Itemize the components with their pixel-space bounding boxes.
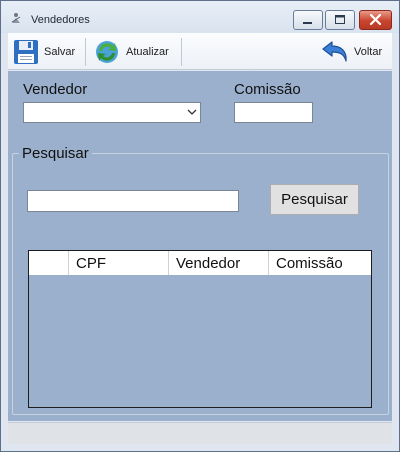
comissao-label: Comissão	[234, 81, 301, 98]
minimize-icon	[303, 22, 312, 24]
grid-header: CPF Vendedor Comissão	[29, 251, 371, 275]
column-header-vendedor[interactable]: Vendedor	[169, 251, 269, 275]
search-input[interactable]	[27, 190, 239, 212]
save-button[interactable]: Salvar	[11, 33, 81, 70]
results-grid[interactable]: CPF Vendedor Comissão	[28, 250, 372, 408]
toolbar-separator	[181, 38, 182, 66]
title-bar[interactable]: Vendedores	[1, 1, 399, 33]
refresh-button[interactable]: Atualizar	[92, 33, 182, 70]
back-button[interactable]: Voltar	[320, 33, 390, 70]
save-icon	[14, 39, 38, 64]
vendedor-label: Vendedor	[23, 81, 88, 98]
app-window: Vendedores Salvar Atualizar Voltar Vende…	[0, 0, 400, 452]
save-label: Salvar	[44, 45, 76, 58]
back-arrow-icon	[322, 40, 347, 62]
toolbar: Salvar Atualizar Voltar	[8, 33, 392, 70]
form-panel: Vendedor Comissão Pesquisar Pesquisar CP…	[8, 71, 392, 421]
close-icon	[369, 13, 382, 26]
refresh-label: Atualizar	[126, 45, 169, 58]
status-bar	[8, 422, 392, 444]
window-title: Vendedores	[31, 14, 90, 26]
refresh-icon	[96, 40, 118, 63]
row-header-corner	[29, 251, 69, 275]
app-icon	[11, 13, 21, 23]
comissao-input[interactable]	[234, 102, 313, 123]
maximize-icon	[335, 15, 345, 24]
column-header-comissao[interactable]: Comissão	[269, 251, 371, 275]
chevron-down-icon	[187, 109, 197, 115]
vendedor-select[interactable]	[23, 102, 201, 123]
close-button[interactable]	[359, 10, 392, 30]
search-group: Pesquisar Pesquisar CPF Vendedor Comissã…	[12, 145, 389, 415]
toolbar-separator	[85, 38, 86, 66]
column-header-cpf[interactable]: CPF	[69, 251, 169, 275]
back-label: Voltar	[354, 45, 383, 58]
search-button[interactable]: Pesquisar	[270, 184, 359, 215]
maximize-button[interactable]	[325, 10, 355, 30]
minimize-button[interactable]	[293, 10, 323, 30]
search-group-label: Pesquisar	[19, 145, 92, 162]
